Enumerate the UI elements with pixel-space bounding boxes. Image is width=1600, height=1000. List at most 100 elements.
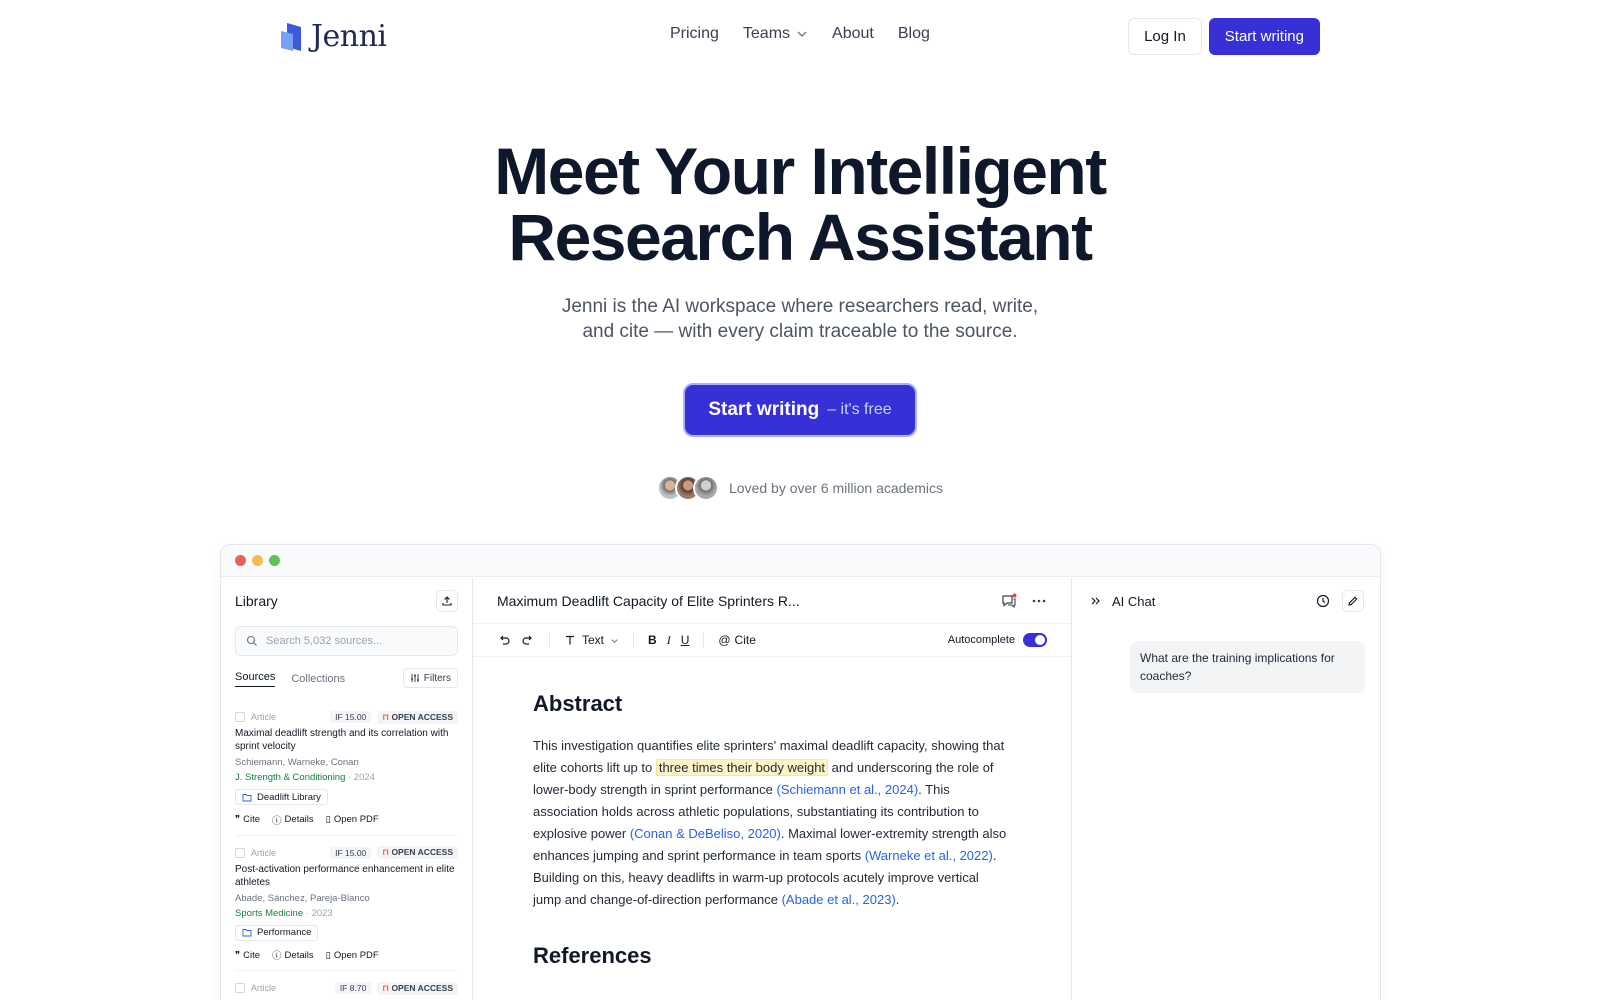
cite-button[interactable]: ❞ Cite (235, 948, 260, 962)
collection-tag[interactable]: Performance (235, 924, 319, 941)
jenni-logo-icon (281, 22, 301, 51)
source-title: Post-activation performance enhancement … (235, 863, 455, 888)
source-item[interactable]: Article IF 15.00 ⊓ OPEN ACCESS Post-acti… (235, 836, 458, 971)
logo-text: Jenni (311, 19, 387, 54)
login-button[interactable]: Log In (1128, 18, 1202, 55)
toolbar-divider (703, 632, 705, 648)
new-chat-button[interactable] (1342, 590, 1364, 612)
citation-link[interactable]: (Schiemann et al., 2024) (777, 782, 919, 797)
library-search-input[interactable]: Search 5,032 sources... (235, 626, 458, 656)
references-heading: References (533, 943, 652, 968)
source-checkbox[interactable] (235, 983, 245, 993)
open-pdf-label: Open PDF (333, 814, 379, 825)
sliders-icon (410, 674, 419, 682)
nav-link-blog[interactable]: Blog (898, 25, 930, 43)
nav-link-teams[interactable]: Teams (743, 25, 808, 43)
open-pdf-button[interactable]: ▯ Open PDF (326, 813, 379, 827)
search-icon (246, 635, 257, 646)
chevrons-right-icon[interactable] (1090, 595, 1102, 607)
history-button[interactable] (1312, 590, 1334, 612)
file-icon: ▯ (325, 814, 331, 825)
nav-link-about[interactable]: About (832, 25, 874, 43)
collection-tag-label: Performance (257, 927, 312, 938)
at-sign-icon: @ (718, 633, 731, 647)
document-pane: Maximum Deadlift Capacity of Elite Sprin… (473, 578, 1072, 1000)
autocomplete-control: Autocomplete (948, 633, 1047, 647)
upload-button[interactable] (436, 590, 458, 612)
source-item[interactable]: Article IF 8.70 ⊓ OPEN ACCESS (235, 971, 458, 1000)
unlock-icon: ⊓ (382, 982, 390, 993)
source-checkbox[interactable] (235, 847, 245, 858)
source-type: Article (251, 847, 277, 858)
redo-icon[interactable] (521, 633, 535, 647)
details-button[interactable]: ⓘ Details (272, 813, 314, 827)
folder-icon (242, 929, 252, 937)
unlock-icon: ⊓ (382, 847, 390, 857)
ai-chat-pane: AI Chat What are the training implicatio… (1072, 578, 1380, 1000)
impact-factor-label: IF (335, 847, 343, 858)
impact-factor-value: 15.00 (345, 712, 367, 722)
info-icon: ⓘ (272, 951, 282, 962)
impact-factor-label: IF (339, 983, 348, 993)
more-horizontal-icon[interactable] (1031, 593, 1047, 609)
abstract-heading: Abstract (533, 691, 623, 716)
underline-button[interactable]: U (681, 633, 690, 647)
chat-title: AI Chat (1112, 593, 1156, 609)
cite-button[interactable]: ❞ Cite (235, 813, 260, 827)
hero-title-line2: Research Assistant (508, 200, 1093, 274)
app-preview-window: Library Search 5,032 sources... Sources … (220, 544, 1381, 1000)
source-checkbox[interactable] (235, 712, 245, 722)
start-writing-hero-button[interactable]: Start writing – it's free (685, 385, 915, 435)
close-dot-icon (235, 555, 246, 566)
open-access-label: OPEN ACCESS (391, 982, 453, 993)
library-tabs: Sources Collections Filters (235, 668, 458, 690)
document-header-actions (1001, 593, 1047, 609)
filters-button[interactable]: Filters (402, 668, 458, 688)
source-item[interactable]: Article IF 15.00 ⊓ OPEN ACCESS Maximal d… (235, 700, 458, 836)
nav-link-pricing[interactable]: Pricing (670, 25, 719, 43)
details-label: Details (284, 949, 314, 961)
avatar-group (657, 475, 719, 501)
start-writing-nav-button[interactable]: Start writing (1208, 18, 1320, 55)
italic-button[interactable]: I (667, 633, 671, 648)
undo-icon[interactable] (497, 633, 511, 647)
bold-button[interactable]: B (648, 633, 657, 647)
maximize-dot-icon (269, 555, 280, 566)
info-icon: ⓘ (272, 815, 282, 827)
editor-toolbar: Text B I U @ Cite Autocomplete (473, 624, 1071, 657)
tab-sources[interactable]: Sources (235, 671, 276, 687)
document-body[interactable]: Abstract This investigation quantifies e… (473, 657, 1071, 969)
citation-link[interactable]: (Conan & DeBeliso, 2020) (630, 826, 781, 841)
source-year: · 2023 (305, 907, 333, 919)
search-placeholder: Search 5,032 sources... (266, 635, 383, 647)
source-journal-line: Sports Medicine · 2023 (235, 908, 458, 919)
comments-icon[interactable] (1001, 593, 1017, 609)
text-style-dropdown[interactable]: Text (564, 633, 619, 647)
cite-toolbar-button[interactable]: @ Cite (718, 633, 756, 647)
citation-link[interactable]: (Warneke et al., 2022) (865, 848, 993, 863)
source-meta: Article IF 15.00 ⊓ OPEN ACCESS (235, 846, 458, 860)
hero-title-line1: Meet Your Intelligent (494, 134, 1107, 208)
open-access-label: OPEN ACCESS (391, 711, 453, 722)
nav-buttons: Log In Start writing (1128, 18, 1320, 55)
tab-collections[interactable]: Collections (291, 673, 345, 685)
document-title[interactable]: Maximum Deadlift Capacity of Elite Sprin… (497, 593, 800, 609)
details-button[interactable]: ⓘ Details (272, 948, 314, 963)
abstract-text: . (895, 892, 900, 907)
minimize-dot-icon (252, 555, 263, 566)
collection-tag[interactable]: Deadlift Library (235, 789, 328, 805)
avatar (693, 475, 719, 501)
top-nav: Jenni Pricing Teams About Blog Log In St… (0, 0, 1600, 72)
hero-subtitle-line2: and cite — with every claim traceable to… (582, 321, 1018, 342)
hero-title: Meet Your Intelligent Research Assistant (0, 138, 1600, 270)
chat-header-actions (1312, 590, 1364, 612)
window-titlebar (221, 545, 1380, 577)
folder-icon (242, 793, 252, 801)
open-pdf-button[interactable]: ▯ Open PDF (326, 948, 379, 962)
autocomplete-toggle[interactable] (1023, 633, 1047, 647)
abstract-paragraph: This investigation quantifies elite spri… (533, 735, 1007, 911)
social-proof: Loved by over 6 million academics (657, 475, 943, 501)
highlighted-claim[interactable]: three times their body weight (655, 759, 829, 776)
logo[interactable]: Jenni (279, 19, 387, 54)
citation-link[interactable]: (Abade et al., 2023) (782, 892, 896, 907)
